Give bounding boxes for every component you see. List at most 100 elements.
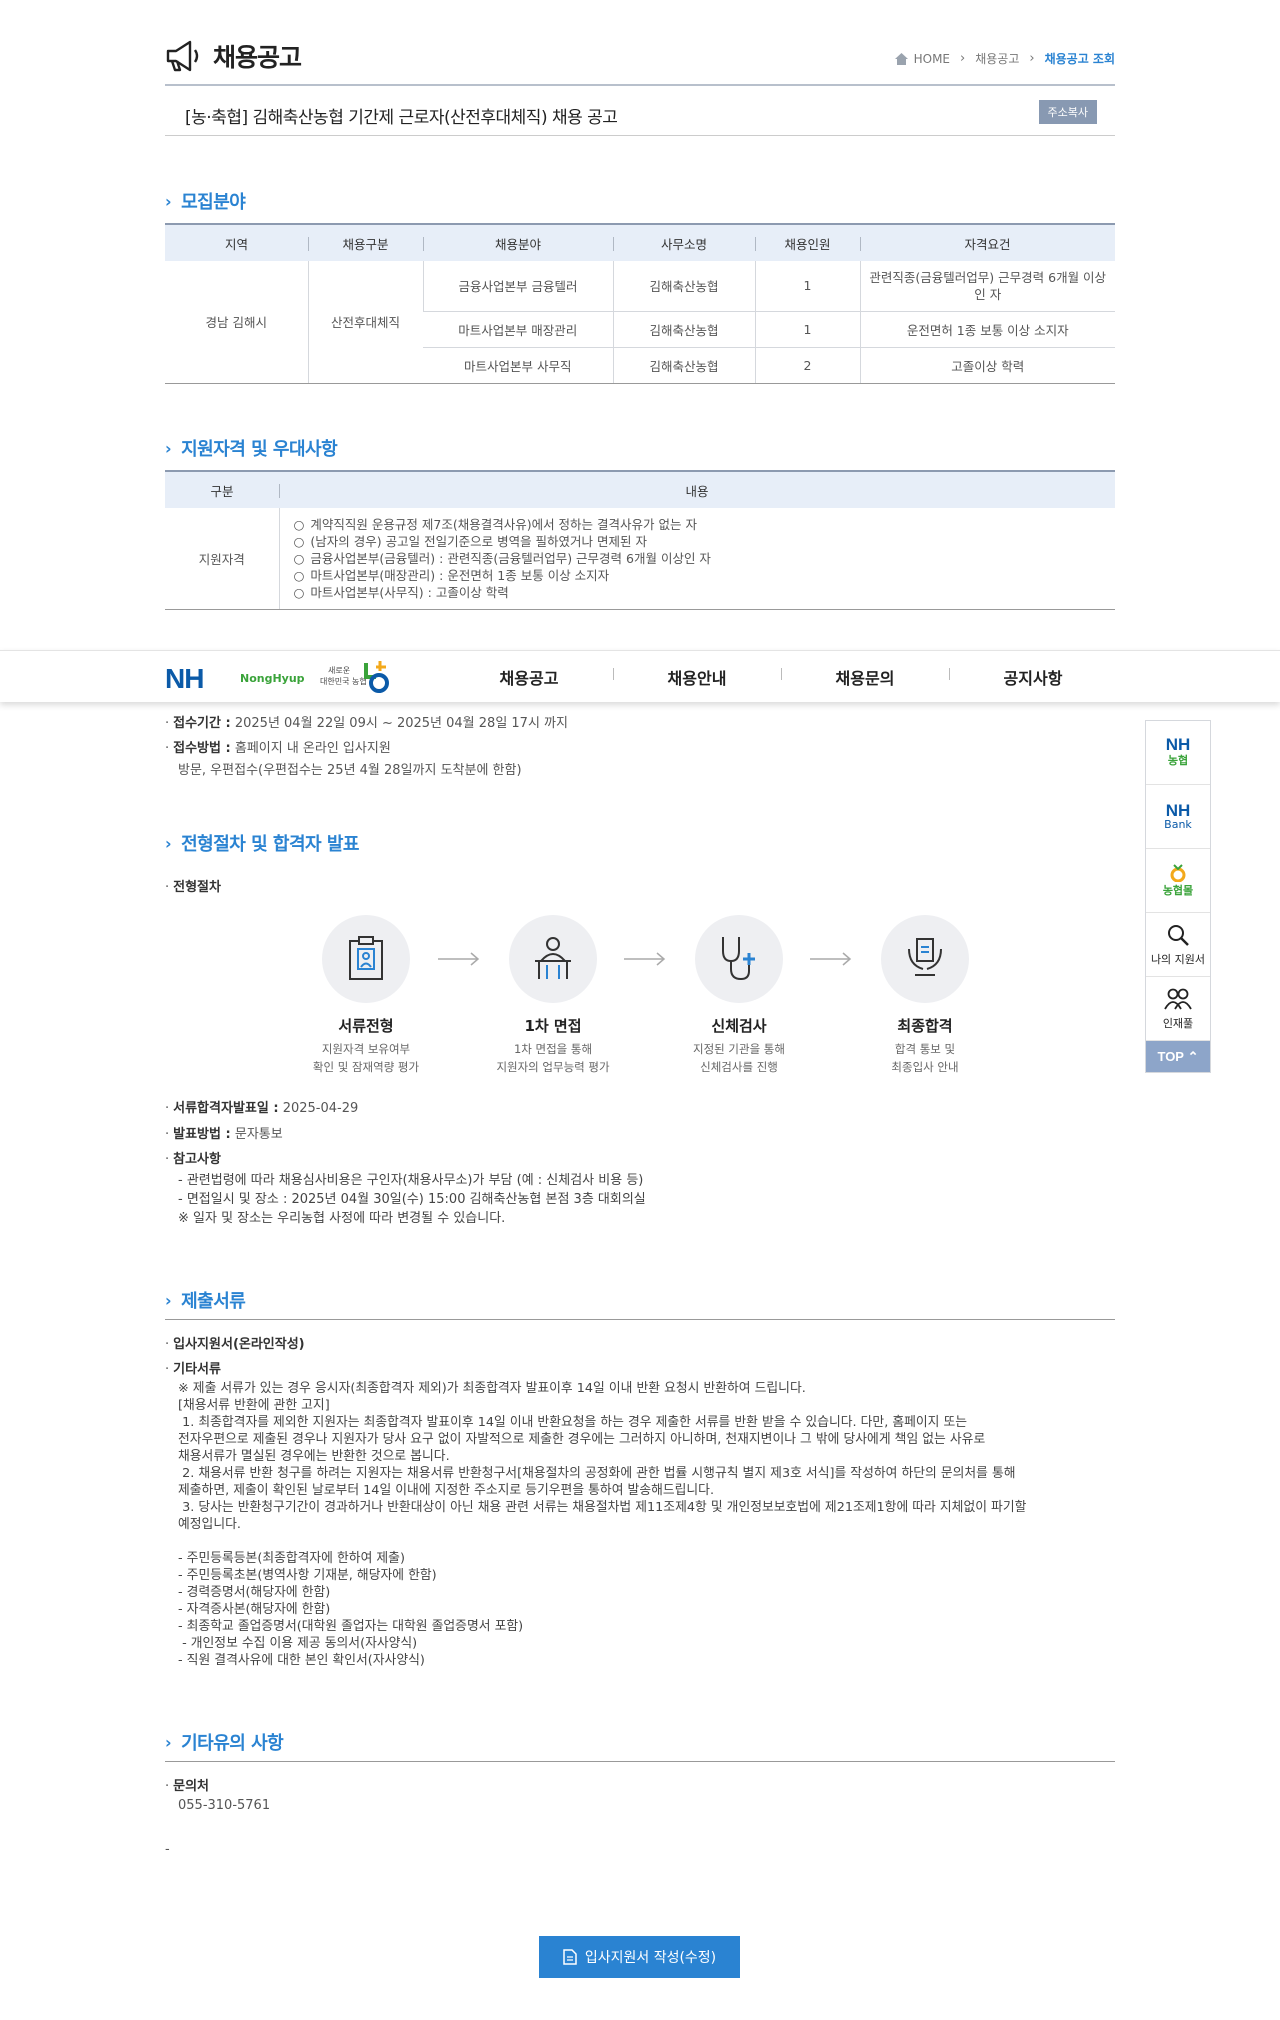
list-item: ○ 계약직직원 운용규정 제7조(채용결격사유)에서 정하는 결격사유가 없는 자: [293, 517, 697, 532]
list-item: ○ 금융사업본부(금융텔러) : 관련직종(금융텔러업무) 근무경력 6개월 이상…: [293, 551, 711, 566]
table-row: 경남 김해시 산전후대체직 금융사업본부 금융텔러 김해축산농협 1 관련직종(…: [165, 261, 1115, 384]
process-step-final: 최종합격 합격 통보 및 최종입사 안내: [850, 915, 1000, 1076]
contact-number: 055-310-5761: [178, 1798, 271, 1813]
notice-title-bar: [농·축협] 김해축산농협 기간제 근로자(산전후대체직) 채용 공고 주소복사: [165, 96, 1115, 136]
global-nav-bar: NH NongHyup 새로운 대한민국 농협 채용공고 채용안내 채용문의 공…: [0, 650, 1280, 702]
gnb-menu: 채용공고 채용안내 채용문의 공지사항: [445, 651, 1117, 703]
chevron-right-icon: ›: [1029, 51, 1035, 66]
gnb-item-guide[interactable]: 채용안내: [613, 665, 781, 689]
stethoscope-icon: [722, 937, 755, 981]
doc-item-application: · 입사지원서(온라인작성): [165, 1337, 305, 1352]
copy-url-button[interactable]: 주소복사: [1038, 100, 1097, 124]
arrow-right-icon: [624, 952, 666, 966]
nh-logo-text: NongHyup: [240, 672, 305, 685]
quick-item-my-application[interactable]: 나의 지원서: [1146, 913, 1210, 977]
step-name: 1차 면접: [524, 1017, 582, 1035]
apply-button-label: 입사지원서 작성(수정): [584, 1950, 717, 1966]
step-name: 신체검사: [711, 1017, 767, 1035]
reception-period: · 접수기간 : 2025년 04월 22일 09시 ~ 2025년 04월 28…: [165, 716, 568, 731]
chevron-right-icon: ›: [165, 1732, 172, 1752]
quick-menu: NH 농협 NH Bank 농협몰 나의 지원서 인재풀 TOP ⌃: [1145, 720, 1211, 1073]
step-desc: 1차 면접을 통해 지원자의 업무능력 평가: [496, 1042, 610, 1074]
nh-logo[interactable]: NH: [165, 663, 204, 695]
table-cell: 1: [754, 311, 860, 348]
recruit-table-wrap: 지역 채용구분 채용분야 사무소명 채용인원 자격요건 경남 김해시 산전후대체…: [165, 223, 1115, 384]
document-icon: [563, 1949, 577, 1965]
section-other-heading: › 기타유의 사항: [165, 1729, 284, 1755]
breadcrumb: HOME › 채용공고 › 채용공고 조회: [894, 50, 1115, 67]
step-name: 서류전형: [338, 1017, 394, 1035]
qualification-list: ○ 계약직직원 운용규정 제7조(채용결격사유)에서 정하는 결격사유가 없는 자…: [278, 508, 1115, 610]
chevron-right-icon: ›: [165, 191, 172, 211]
table-cell: 2: [754, 347, 860, 384]
reception-method: · 접수방법 : 홈페이지 내 온라인 입사지원: [165, 741, 391, 756]
breadcrumb-current[interactable]: 채용공고 조회: [1045, 50, 1115, 67]
quick-item-talent-pool[interactable]: 인재풀: [1146, 977, 1210, 1041]
gnb-item-inquiry[interactable]: 채용문의: [781, 665, 949, 689]
apply-button[interactable]: 입사지원서 작성(수정): [539, 1936, 740, 1978]
divider: [165, 1761, 1115, 1762]
megaphone-icon: [166, 40, 199, 72]
table-cell: 관련직종(금융텔러업무) 근무경력 6개월 이상인 자: [859, 261, 1115, 312]
quick-item-nh-mall[interactable]: 농협몰: [1146, 849, 1210, 913]
section-documents-heading: › 제출서류: [165, 1287, 246, 1313]
chevron-right-icon: ›: [165, 833, 172, 853]
gnb-item-notice[interactable]: 공지사항: [949, 665, 1117, 689]
process-step-interview: 1차 면접 1차 면접을 통해 지원자의 업무능력 평가: [478, 915, 628, 1076]
page-header: 채용공고 HOME › 채용공고 › 채용공고 조회: [165, 38, 1115, 86]
quick-item-nh-nonghyup[interactable]: NH 농협: [1146, 721, 1210, 785]
table-cell: 경남 김해시: [165, 261, 308, 384]
gnb-item-recruit[interactable]: 채용공고: [445, 665, 613, 689]
table-header: 구분: [165, 470, 279, 508]
arrow-right-icon: [810, 952, 852, 966]
section-title: 모집분야: [181, 192, 246, 213]
table-cell: 김해축산농협: [612, 261, 755, 312]
clipboard-icon: [349, 936, 383, 980]
announce-date: · 서류합격자발표일 : 2025-04-29: [165, 1101, 359, 1116]
certificate-icon: [908, 938, 942, 976]
qualification-table: 구분 내용 지원자격 ○ 계약직직원 운용규정 제7조(채용결격사유)에서 정하는…: [165, 470, 1115, 610]
contact-label: · 문의처: [165, 1779, 210, 1794]
table-cell: 금융사업본부 금융텔러: [422, 261, 613, 312]
chevron-right-icon: ›: [165, 438, 172, 458]
scroll-top-button[interactable]: TOP ⌃: [1146, 1041, 1210, 1072]
table-header: 사무소명: [613, 223, 755, 261]
blank-item: -: [165, 1842, 170, 1857]
breadcrumb-home[interactable]: HOME: [914, 52, 950, 66]
table-header: 자격요건: [860, 223, 1115, 261]
table-cell: 김해축산농협: [612, 347, 755, 384]
table-cell: 1: [754, 261, 860, 312]
nh-mall-icon: [1170, 863, 1186, 882]
section-title: 전형절차 및 합격자 발표: [181, 834, 359, 855]
step-desc: 지정된 기관을 통해 신체검사를 진행: [693, 1042, 785, 1074]
list-item: ○ 마트사업본부(사무직) : 고졸이상 학력: [293, 585, 509, 600]
table-header: 지역: [165, 223, 308, 261]
section-title: 지원자격 및 우대사항: [181, 439, 338, 460]
chevron-up-icon: ⌃: [1187, 1048, 1199, 1064]
home-icon: [894, 52, 908, 65]
process-label: · 전형절차: [165, 880, 221, 895]
step-desc: 지원자격 보유여부 확인 및 잠재역량 평가: [312, 1042, 420, 1074]
people-icon: [1164, 988, 1192, 1009]
section-recruit-heading: › 모집분야: [165, 188, 246, 214]
arrow-right-icon: [438, 952, 480, 966]
breadcrumb-recruit[interactable]: 채용공고: [975, 50, 1019, 67]
nonghyup-mark-icon: [364, 661, 389, 693]
notice-title: [농·축협] 김해축산농협 기간제 근로자(산전후대체직) 채용 공고: [185, 108, 618, 128]
quick-item-nh-bank[interactable]: NH Bank: [1146, 785, 1210, 849]
table-cell: 고졸이상 학력: [859, 347, 1115, 384]
step-desc: 합격 통보 및 최종입사 안내: [891, 1042, 959, 1074]
chevron-right-icon: ›: [165, 1290, 172, 1310]
table-cell: 마트사업본부 사무직: [423, 347, 613, 384]
section-title: 제출서류: [181, 1291, 246, 1312]
reception-method-2: 방문, 우편접수(우편접수는 25년 4월 28일까지 도착분에 한함): [178, 763, 522, 778]
reference-label: · 참고사항: [165, 1152, 221, 1167]
section-process-heading: › 전형절차 및 합격자 발표: [165, 830, 359, 856]
process-step-medical: 신체검사 지정된 기관을 통해 신체검사를 진행: [664, 915, 814, 1076]
divider: [165, 1319, 1115, 1320]
reference-list: - 관련법령에 따라 채용심사비용은 구인자(채용사무소)가 부담 (예 : 신…: [178, 1173, 646, 1226]
table-header: 채용구분: [308, 223, 423, 261]
table-cell: 김해축산농협: [612, 311, 755, 348]
table-cell: 마트사업본부 매장관리: [423, 311, 613, 348]
table-cell: 운전면허 1종 보통 이상 소지자: [859, 311, 1115, 348]
